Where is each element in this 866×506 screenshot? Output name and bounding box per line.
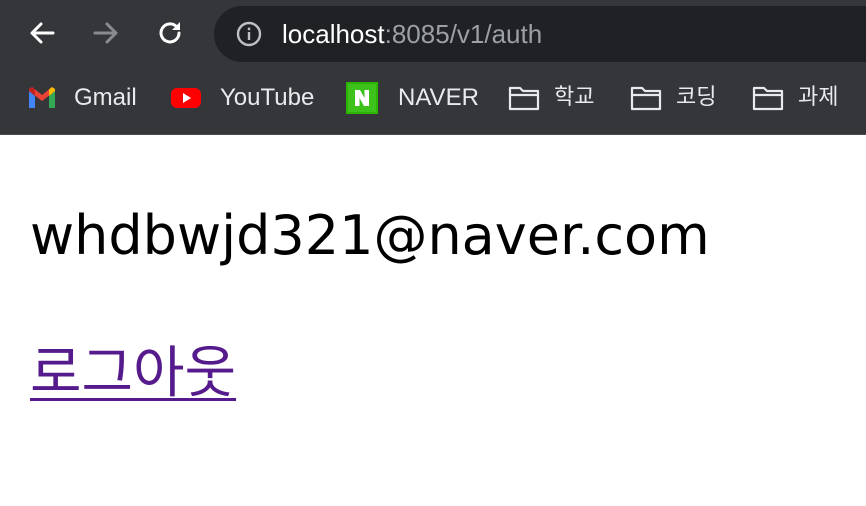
bookmark-folder-school[interactable]: 학교 — [508, 80, 594, 116]
info-icon[interactable] — [236, 21, 262, 47]
arrow-right-icon — [93, 22, 118, 44]
bookmark-folder-coding[interactable]: 코딩 — [630, 80, 716, 116]
folder-icon — [752, 84, 784, 112]
bookmark-label: Gmail — [74, 84, 137, 111]
bookmark-label: 과제 — [798, 85, 839, 110]
logout-link[interactable]: 로그아웃 — [30, 339, 236, 409]
folder-icon — [508, 84, 540, 112]
bookmark-youtube[interactable]: YouTube — [170, 80, 314, 116]
browser-toolbar: localhost:8085/v1/auth — [0, 0, 866, 66]
url-host: localhost — [282, 19, 385, 49]
bookmark-label: 학교 — [554, 85, 595, 110]
reload-icon — [159, 22, 181, 44]
bookmarks-bar: Gmail YouTube NAVER 학교 코딩 과제 — [0, 66, 866, 132]
user-email: whdbwjd321@naver.com — [30, 204, 710, 267]
url-path: :8085/v1/auth — [384, 19, 543, 49]
bookmark-label: NAVER — [398, 84, 479, 111]
bookmark-label: 코딩 — [676, 85, 717, 110]
gmail-icon — [26, 84, 58, 112]
bookmark-folder-assignment[interactable]: 과제 — [752, 80, 838, 116]
bookmark-gmail[interactable]: Gmail — [26, 80, 137, 116]
address-bar[interactable]: localhost:8085/v1/auth — [214, 6, 866, 62]
reload-button[interactable] — [148, 11, 192, 55]
url-text[interactable]: localhost:8085/v1/auth — [282, 18, 542, 50]
bookmark-label: YouTube — [220, 84, 315, 111]
back-button[interactable] — [20, 11, 64, 55]
bookmark-naver[interactable]: NAVER — [346, 80, 479, 116]
folder-icon — [630, 84, 662, 112]
youtube-icon — [170, 84, 202, 112]
browser-chrome: localhost:8085/v1/auth Gmail YouTube NAV… — [0, 0, 866, 135]
forward-button[interactable] — [84, 11, 128, 55]
naver-icon — [346, 82, 378, 114]
arrow-left-icon — [30, 22, 55, 44]
